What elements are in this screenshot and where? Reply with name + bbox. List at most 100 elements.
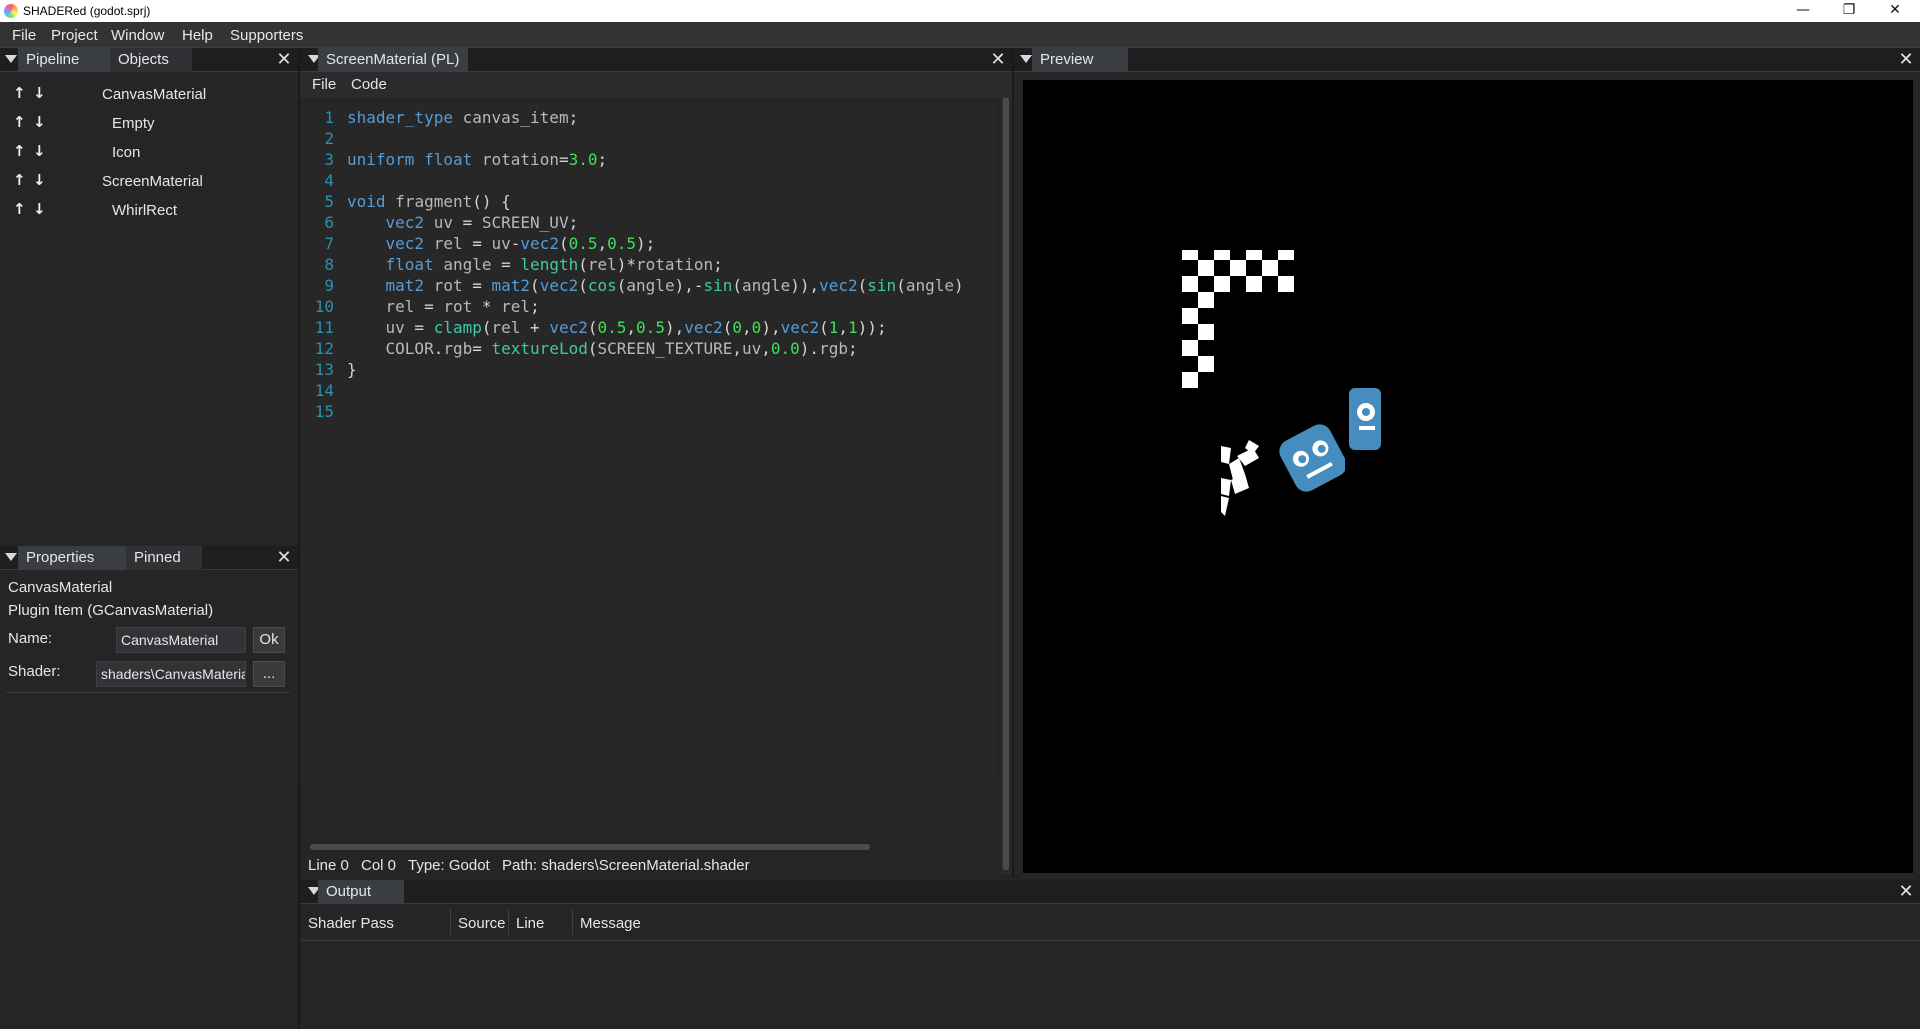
line-number: 1 — [324, 108, 334, 127]
shader-label: Shader: — [8, 663, 61, 680]
pipeline-item-label[interactable]: ScreenMaterial — [102, 173, 203, 190]
move-down-icon[interactable]: ↓ — [33, 171, 46, 189]
checker-pattern — [1182, 250, 1294, 388]
close-icon[interactable]: ✕ — [274, 547, 294, 569]
pipeline-item-label[interactable]: Icon — [112, 144, 140, 161]
status-path: Path: shaders\ScreenMaterial.shader — [502, 857, 750, 874]
pipeline-item[interactable]: ↑ ↓ Icon — [0, 140, 240, 164]
status-type: Type: Godot — [408, 857, 490, 874]
move-down-icon[interactable]: ↓ — [33, 113, 46, 131]
close-icon[interactable]: ✕ — [988, 49, 1008, 71]
menu-window[interactable]: Window — [111, 27, 164, 44]
preview-panel: Preview ✕ — [1014, 48, 1920, 878]
pipeline-item[interactable]: ↑ ↓ Empty — [0, 111, 240, 135]
pipeline-panel: Pipeline Objects ✕ ↑ ↓ CanvasMaterial ↑ … — [0, 48, 298, 546]
editor-menu-code[interactable]: Code — [351, 76, 387, 93]
editor-tabbar: ScreenMaterial (PL) ✕ — [300, 48, 1012, 72]
pipeline-item[interactable]: ↑ ↓ ScreenMaterial — [0, 169, 240, 193]
output-tabbar: Output ✕ — [300, 880, 1920, 904]
tab-output[interactable]: Output — [318, 880, 404, 904]
restore-button[interactable]: ❐ — [1826, 0, 1872, 22]
vertical-scrollbar[interactable] — [1001, 98, 1011, 874]
line-number: 6 — [324, 213, 334, 232]
panel-menu-icon[interactable] — [5, 55, 17, 63]
browse-button[interactable]: ... — [253, 661, 285, 687]
line-number: 11 — [314, 318, 334, 337]
pipeline-tabbar: Pipeline Objects ✕ — [0, 48, 298, 72]
pipeline-item-label[interactable]: Empty — [112, 115, 155, 132]
preview-render — [1182, 250, 1381, 516]
close-icon[interactable]: ✕ — [1896, 49, 1916, 71]
move-down-icon[interactable]: ↓ — [33, 200, 46, 218]
move-up-icon[interactable]: ↑ — [13, 200, 26, 218]
divider — [6, 692, 290, 693]
menu-file[interactable]: File — [12, 27, 36, 44]
output-table-header: Shader Pass Source Line Message — [300, 909, 1920, 941]
column-divider[interactable] — [572, 909, 573, 935]
tab-pipeline[interactable]: Pipeline — [18, 48, 110, 72]
move-down-icon[interactable]: ↓ — [33, 142, 46, 160]
menu-supporters[interactable]: Supporters — [230, 27, 303, 44]
editor-menu: File Code — [300, 72, 1012, 98]
move-up-icon[interactable]: ↑ — [13, 84, 26, 102]
editor-menu-file[interactable]: File — [312, 76, 336, 93]
col-source[interactable]: Source — [458, 915, 506, 932]
pipeline-item-label[interactable]: WhirlRect — [112, 202, 177, 219]
column-divider[interactable] — [450, 909, 451, 935]
preview-tabbar: Preview ✕ — [1014, 48, 1920, 72]
close-window-button[interactable]: ✕ — [1872, 0, 1918, 22]
panel-menu-icon[interactable] — [1020, 55, 1032, 63]
ok-button[interactable]: Ok — [253, 627, 285, 653]
properties-panel: Properties Pinned ✕ CanvasMaterial Plugi… — [0, 546, 298, 1029]
line-number: 4 — [324, 171, 334, 190]
app-icon — [4, 4, 18, 18]
tab-screenmaterial[interactable]: ScreenMaterial (PL) — [318, 48, 468, 72]
close-icon[interactable]: ✕ — [274, 49, 294, 71]
pipeline-item-label[interactable]: CanvasMaterial — [102, 86, 206, 103]
status-col: Col 0 — [361, 857, 397, 874]
menu-project[interactable]: Project — [51, 27, 98, 44]
tab-pinned[interactable]: Pinned — [126, 546, 202, 570]
status-line: Line 0 — [308, 857, 349, 874]
properties-tabbar: Properties Pinned ✕ — [0, 546, 298, 570]
line-number: 8 — [324, 255, 334, 274]
column-divider[interactable] — [508, 909, 509, 935]
tab-properties[interactable]: Properties — [18, 546, 126, 570]
selected-item-type: Plugin Item (GCanvasMaterial) — [8, 602, 214, 619]
tab-preview[interactable]: Preview — [1032, 48, 1128, 72]
menu-bar: File Project Window Help Supporters — [0, 22, 1920, 48]
col-shader-pass[interactable]: Shader Pass — [308, 915, 394, 932]
scrollbar-thumb[interactable] — [1003, 98, 1009, 870]
line-number: 9 — [324, 276, 334, 295]
move-up-icon[interactable]: ↑ — [13, 113, 26, 131]
line-number: 12 — [314, 339, 334, 358]
menu-help[interactable]: Help — [182, 27, 213, 44]
window-title: SHADERed (godot.sprj) — [23, 4, 151, 18]
minimize-button[interactable]: — — [1780, 0, 1826, 22]
move-down-icon[interactable]: ↓ — [33, 84, 46, 102]
godot-icon — [1279, 388, 1381, 492]
line-number: 7 — [324, 234, 334, 253]
shader-path-field[interactable]: shaders\CanvasMaterial.shader — [96, 661, 246, 687]
move-up-icon[interactable]: ↑ — [13, 171, 26, 189]
line-number: 13 — [314, 360, 334, 379]
name-field[interactable]: CanvasMaterial — [116, 627, 246, 653]
editor-status-bar: Line 0 Col 0 Type: Godot Path: shaders\S… — [308, 857, 998, 877]
output-panel: Output ✕ Shader Pass Source Line Message — [300, 880, 1920, 1029]
whirl-checker-fragment — [1221, 440, 1259, 516]
line-number: 10 — [314, 297, 334, 316]
code-editor-panel: ScreenMaterial (PL) ✕ File Code 1 shader_… — [300, 48, 1012, 878]
move-up-icon[interactable]: ↑ — [13, 142, 26, 160]
preview-canvas[interactable] — [1023, 80, 1913, 873]
horizontal-scrollbar[interactable] — [310, 844, 870, 850]
code-area[interactable]: 1 shader_type canvas_item; 2 3 uniform flo… — [300, 104, 996, 782]
col-line[interactable]: Line — [516, 915, 544, 932]
pipeline-item[interactable]: ↑ ↓ CanvasMaterial — [0, 82, 240, 106]
panel-menu-icon[interactable] — [5, 553, 17, 561]
close-icon[interactable]: ✕ — [1896, 881, 1916, 903]
line-number: 15 — [314, 402, 334, 421]
line-number: 5 — [324, 192, 334, 211]
col-message[interactable]: Message — [580, 915, 641, 932]
tab-objects[interactable]: Objects — [110, 48, 192, 72]
pipeline-item[interactable]: ↑ ↓ WhirlRect — [0, 198, 240, 222]
